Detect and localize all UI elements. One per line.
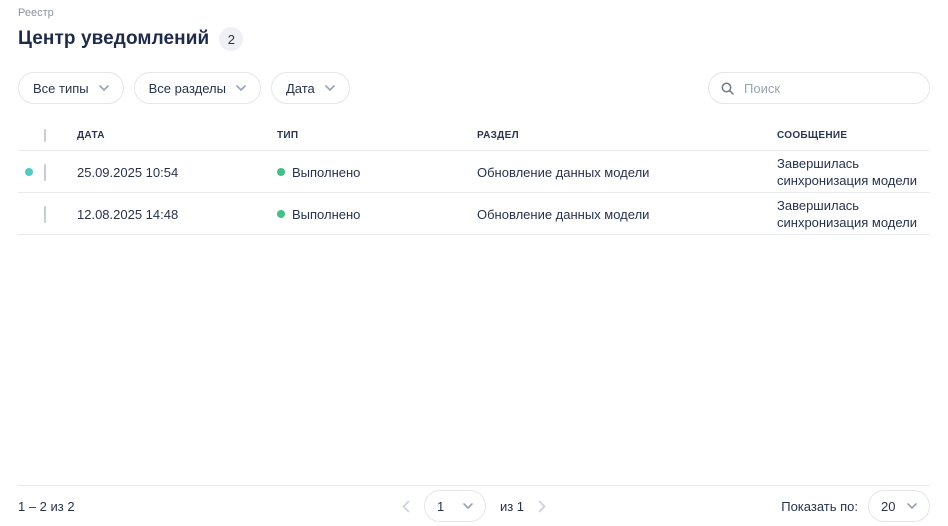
title-row: Центр уведомлений 2 (18, 27, 930, 51)
breadcrumb[interactable]: Реестр (18, 7, 930, 19)
per-page-label: Показать по: (781, 499, 858, 514)
search-box[interactable] (708, 72, 930, 104)
table-header-row: ДАТА ТИП РАЗДЕЛ СООБЩЕНИЕ (18, 121, 930, 151)
row-status-label: Выполнено (292, 207, 360, 222)
column-header-section: РАЗДЕЛ (477, 130, 777, 150)
status-dot (277, 210, 285, 218)
filter-date-label: Дата (286, 81, 315, 96)
filter-bar: Все типы Все разделы Дата (18, 72, 930, 104)
row-date: 25.09.2025 10:54 (77, 165, 277, 180)
total-pages-label: из 1 (500, 499, 524, 514)
range-info: 1 – 2 из 2 (18, 499, 402, 514)
row-status-cell: Выполнено (277, 165, 477, 180)
page-title: Центр уведомлений (18, 28, 209, 50)
notification-center-page: Реестр Центр уведомлений 2 Все типы Все … (0, 0, 948, 526)
filter-all-sections[interactable]: Все разделы (134, 72, 261, 104)
notification-count-badge: 2 (219, 27, 243, 51)
prev-page-icon[interactable] (402, 500, 410, 513)
per-page-value: 20 (881, 499, 895, 514)
filter-all-types-label: Все типы (33, 81, 89, 96)
row-message: Завершилась синхронизация модели (777, 193, 930, 235)
unread-dot (25, 168, 33, 176)
search-icon (721, 82, 734, 95)
column-header-type: ТИП (277, 130, 477, 150)
row-message: Завершилась синхронизация модели (777, 151, 930, 193)
chevron-down-icon (99, 85, 109, 91)
column-header-date: ДАТА (77, 130, 277, 150)
per-page-control: Показать по: 20 (781, 490, 930, 522)
unread-indicator-cell (18, 168, 44, 176)
row-section: Обновление данных модели (477, 207, 777, 222)
table-row[interactable]: 12.08.2025 14:48 Выполнено Обновление да… (18, 193, 930, 235)
next-page-icon[interactable] (538, 500, 546, 513)
column-header-message: СООБЩЕНИЕ (777, 130, 930, 150)
search-input[interactable] (742, 80, 917, 97)
row-checkbox-cell (44, 165, 77, 180)
row-checkbox[interactable] (44, 164, 46, 181)
notifications-table: ДАТА ТИП РАЗДЕЛ СООБЩЕНИЕ 25.09.2025 10:… (18, 121, 930, 235)
per-page-select[interactable]: 20 (868, 490, 930, 522)
page-select-value: 1 (437, 499, 444, 514)
header-checkbox-cell (44, 130, 77, 141)
row-section: Обновление данных модели (477, 165, 777, 180)
filter-all-types[interactable]: Все типы (18, 72, 124, 104)
chevron-down-icon (325, 85, 335, 91)
chevron-down-icon (236, 85, 246, 91)
row-status-cell: Выполнено (277, 207, 477, 222)
filter-date[interactable]: Дата (271, 72, 350, 104)
page-select[interactable]: 1 (424, 490, 486, 522)
chevron-down-icon (907, 503, 917, 509)
row-checkbox[interactable] (44, 206, 46, 223)
table-footer: 1 – 2 из 2 1 из 1 Показать по: 20 (18, 485, 930, 526)
row-checkbox-cell (44, 207, 77, 222)
select-all-checkbox[interactable] (44, 129, 46, 142)
table-row[interactable]: 25.09.2025 10:54 Выполнено Обновление да… (18, 151, 930, 193)
pagination: 1 из 1 (402, 490, 546, 522)
filter-all-sections-label: Все разделы (149, 81, 226, 96)
row-status-label: Выполнено (292, 165, 360, 180)
row-date: 12.08.2025 14:48 (77, 207, 277, 222)
status-dot (277, 168, 285, 176)
chevron-down-icon (463, 503, 473, 509)
